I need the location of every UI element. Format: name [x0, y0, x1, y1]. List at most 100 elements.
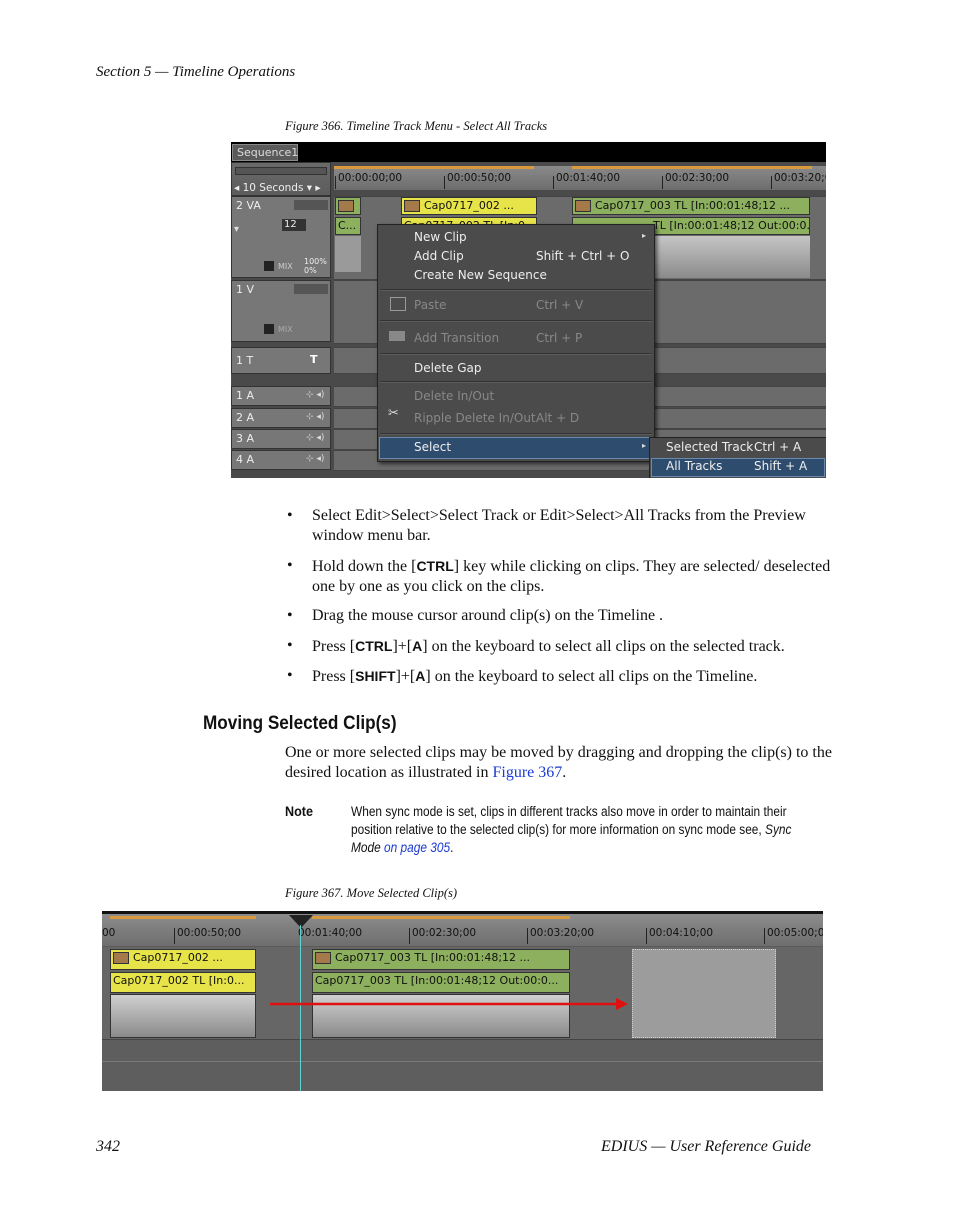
mix-label: MIX: [278, 262, 293, 271]
track-header-2va[interactable]: 2 VA 12 ▾ MIX 100% 0%: [231, 196, 331, 278]
running-header: Section 5 — Timeline Operations: [96, 64, 296, 80]
clip[interactable]: Cap0717_003 TL [In:00:01:48;12 Out:00:0.…: [312, 972, 570, 993]
submenu-arrow-icon: ▸: [642, 441, 647, 450]
menu-item-delete-in-out[interactable]: Delete In/Out: [414, 389, 494, 403]
clip-label: Cap0717_003 TL [In:00:01:48;12 ...: [335, 951, 531, 964]
ruler-tick: 00:02:30;00: [665, 172, 730, 184]
track-value[interactable]: 12: [282, 219, 306, 231]
clip[interactable]: Cap0717_003 TL [In:00:01:48;12 ...: [572, 197, 810, 215]
shortcut-label: Shift + A: [754, 459, 808, 473]
shortcut-label: Ctrl + P: [536, 331, 583, 345]
track-header-1v[interactable]: 1 V MIX: [231, 280, 331, 342]
key-label: SHIFT: [355, 668, 396, 684]
figure-366-caption: Figure 366. Timeline Track Menu - Select…: [285, 119, 548, 133]
figure-367-timeline-screenshot: 00 00:00:50;00 00:01:40;00 00:02:30;00 0…: [102, 911, 823, 1091]
ruler-tick: 00:05:00;0: [767, 927, 823, 939]
menu-item-add-transition[interactable]: Add Transition: [414, 331, 499, 345]
track-label: 1 V: [236, 283, 255, 296]
menu-item-paste[interactable]: Paste: [414, 298, 446, 312]
mix-icon[interactable]: [264, 324, 274, 334]
note-label: Note: [285, 803, 314, 819]
track-lane[interactable]: [102, 1040, 823, 1062]
audio-waveform-icon[interactable]: ⊹ ◂): [306, 433, 324, 443]
menu-item-delete-gap[interactable]: Delete Gap: [414, 361, 482, 375]
track-lock-icon[interactable]: [294, 200, 328, 210]
scale-label: 10 Seconds: [242, 182, 304, 194]
track-header-1t[interactable]: 1 T T: [231, 347, 331, 374]
clip-body: [335, 236, 361, 272]
menu-item-create-new-sequence[interactable]: Create New Sequence: [414, 268, 547, 282]
ruler-tick: 00:04:10;00: [649, 927, 714, 939]
shortcut-label: Shift + Ctrl + O: [536, 249, 630, 263]
section-heading: Moving Selected Clip(s): [203, 712, 397, 734]
timeline-ruler[interactable]: 00:00:00;00 00:00:50;00 00:01:40;00 00:0…: [334, 166, 826, 190]
track-header-3a[interactable]: 3 A ⊹ ◂): [231, 429, 331, 449]
ruler-tick: 00: [102, 927, 116, 939]
clip[interactable]: [335, 197, 361, 215]
mix-icon[interactable]: [264, 261, 274, 271]
menu-item-select[interactable]: Select: [414, 440, 451, 454]
submenu-arrow-icon: ▸: [642, 231, 647, 240]
track-label: 1 A: [236, 389, 255, 402]
figure-link[interactable]: Figure 367: [493, 764, 563, 781]
audio-waveform-icon[interactable]: ⊹ ◂): [306, 412, 324, 422]
clip[interactable]: Cap0717_002 ...: [401, 197, 537, 215]
clip-label: Cap0717_003 TL [In:00:01:48;12 ...: [595, 199, 791, 212]
bullet-item: • Drag the mouse cursor around clip(s) on…: [287, 607, 664, 624]
zoom-slider[interactable]: [235, 167, 327, 175]
track-lane[interactable]: [102, 1062, 823, 1091]
menu-item-add-clip[interactable]: Add Clip: [414, 249, 464, 263]
playhead-handle-icon[interactable]: [289, 915, 313, 928]
drop-target-ghost-clip: [632, 949, 776, 1038]
submenu-item-all-tracks[interactable]: All Tracks: [666, 459, 722, 473]
menu-separator: [380, 381, 652, 383]
clip[interactable]: Cap0717_002 ...: [110, 949, 256, 970]
figure-367-caption: Figure 367. Move Selected Clip(s): [285, 886, 458, 900]
transition-icon: [389, 331, 405, 341]
note-text: When sync mode is set, clips in differen…: [351, 804, 792, 855]
track-label: 2 A: [236, 411, 255, 424]
ripple-delete-icon: ✂: [388, 406, 399, 421]
clip[interactable]: Cap0717_003 TL [In:00:01:48;12 ...: [312, 949, 570, 970]
title-track-icon: T: [310, 353, 318, 366]
bullet-item: • Press [CTRL]+[A] on the keyboard to sel…: [287, 636, 785, 655]
in-out-range: [334, 166, 534, 169]
expand-arrow-icon[interactable]: ▾: [234, 224, 239, 235]
clip-label: Cap0717_002 ...: [424, 199, 514, 212]
clip-body: [110, 994, 256, 1038]
menu-item-new-clip[interactable]: New Clip: [414, 230, 467, 244]
menu-separator: [380, 289, 652, 291]
clip[interactable]: Cap0717_002 TL [In:0...: [110, 972, 256, 993]
audio-waveform-icon[interactable]: ⊹ ◂): [306, 390, 324, 400]
track-label: 3 A: [236, 432, 255, 445]
scale-selector[interactable]: ◂ 10 Seconds ▾ ▸: [234, 182, 321, 194]
running-footer: EDIUS — User Reference Guide: [601, 1138, 812, 1155]
shortcut-label: Ctrl + V: [536, 298, 584, 312]
key-label: CTRL: [355, 637, 393, 654]
track-header-4a[interactable]: 4 A ⊹ ◂): [231, 450, 331, 470]
track-header-2a[interactable]: 2 A ⊹ ◂): [231, 408, 331, 428]
bullet-item: • Press [SHIFT]+[A] on the keyboard to se…: [287, 667, 758, 685]
ruler-tick: 00:01:40;00: [298, 927, 363, 939]
in-out-range: [572, 166, 812, 169]
track-header-1a[interactable]: 1 A ⊹ ◂): [231, 386, 331, 406]
clip[interactable]: C...: [335, 217, 361, 235]
track-lock-icon[interactable]: [294, 284, 328, 294]
clip-thumbnail-icon: [338, 200, 354, 212]
mix-percent: 100% 0%: [304, 257, 327, 275]
mix-label: MIX: [278, 325, 293, 334]
page-link[interactable]: on page 305: [384, 840, 450, 855]
sequence-tab-bar: [231, 142, 826, 162]
timeline-context-menu: New Clip ▸ Add Clip Shift + Ctrl + O Cre…: [377, 224, 655, 462]
audio-waveform-icon[interactable]: ⊹ ◂): [306, 454, 324, 464]
menu-item-ripple-delete-in-out[interactable]: Ripple Delete In/Out: [414, 411, 536, 425]
menu-separator: [380, 433, 652, 435]
ruler-tick: 00:00:50;00: [177, 927, 242, 939]
clip-thumbnail-icon: [404, 200, 420, 212]
shortcut-label: Alt + D: [536, 411, 580, 425]
ruler-tick: 00:00:00;00: [338, 172, 403, 184]
submenu-item-selected-track[interactable]: Selected Track: [666, 440, 753, 454]
move-arrow-icon: [270, 998, 628, 1010]
timeline-ruler[interactable]: 00 00:00:50;00 00:01:40;00 00:02:30;00 0…: [102, 914, 823, 946]
sequence-tab[interactable]: Sequence1: [232, 144, 298, 161]
